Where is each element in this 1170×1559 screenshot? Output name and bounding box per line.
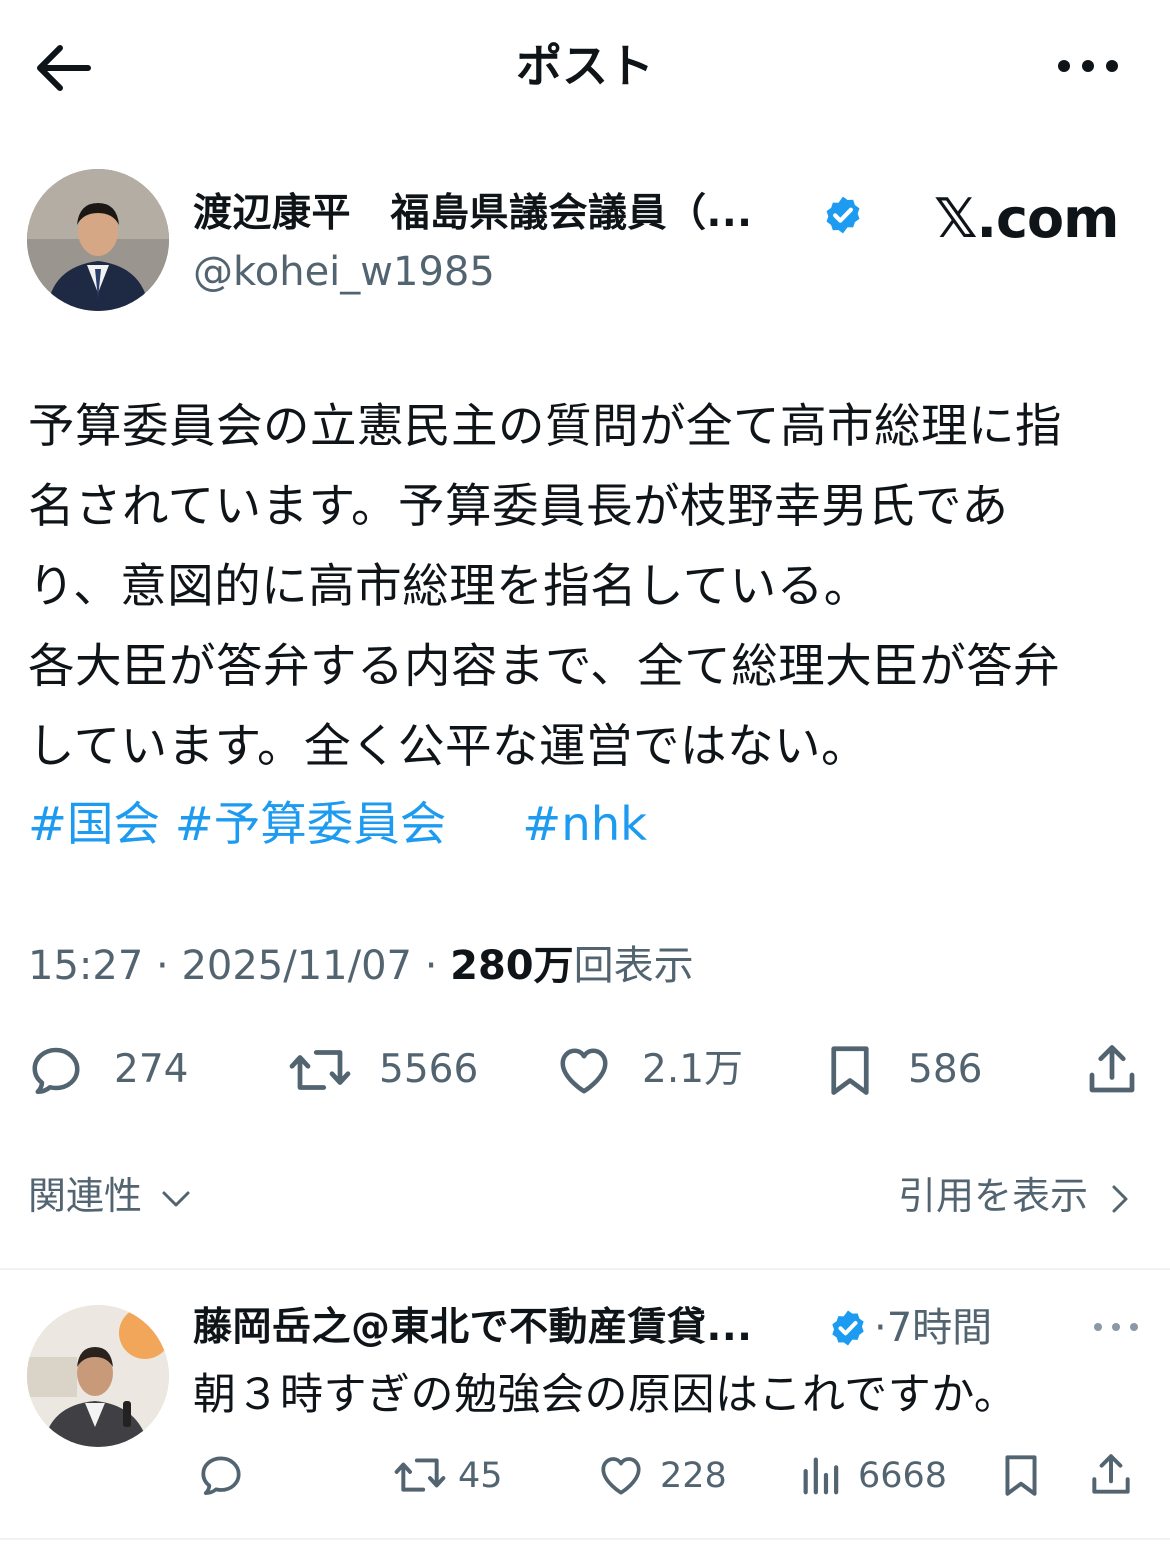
hashtag-list: #国会 #予算委員会 #nhk <box>28 784 647 864</box>
page-title: ポスト <box>516 39 654 93</box>
verified-badge-icon <box>822 194 864 236</box>
separator: · <box>143 943 182 989</box>
post-date: 2025/11/07 <box>181 943 412 989</box>
reply-share-button[interactable] <box>1086 1448 1136 1504</box>
view-quotes-link[interactable]: 引用を表示 <box>898 1168 1132 1224</box>
author-avatar-image <box>27 169 169 311</box>
share-icon <box>1092 1454 1130 1494</box>
chevron-down-icon <box>162 1191 190 1206</box>
reply-like-count: 228 <box>660 1456 727 1496</box>
sort-relevance-dropdown[interactable]: 関連性 <box>28 1168 194 1224</box>
reply-timestamp[interactable]: ·7時間 <box>874 1300 992 1356</box>
analytics-icon <box>803 1457 839 1495</box>
reply-author-avatar[interactable] <box>27 1305 169 1447</box>
x-com-watermark: 𝕏.com <box>934 187 1119 250</box>
reply-view-count: 6668 <box>858 1456 948 1496</box>
hashtag-link[interactable]: #nhk <box>522 797 647 851</box>
sort-label: 関連性 <box>28 1174 143 1218</box>
post-text: 予算委員会の立憲民主の質問が全て高市総理に指 名されています。予算委員長が枝野幸… <box>28 399 1062 773</box>
reply-text: 朝３時すぎの勉強会の原因はこれですか。 <box>193 1370 1018 1420</box>
reply-avatar-image <box>27 1305 169 1447</box>
view-count[interactable]: 280万 <box>450 943 574 989</box>
repost-icon <box>394 1458 446 1492</box>
reply-icon <box>32 1047 80 1094</box>
divider <box>0 1538 1170 1540</box>
reply-repost-count: 45 <box>458 1456 503 1496</box>
like-button[interactable]: 2.1万 <box>554 1036 754 1104</box>
more-horizontal-icon <box>1094 1323 1138 1331</box>
reply-like-button[interactable]: 228 <box>596 1448 736 1504</box>
author-handle[interactable]: @kohei_w1985 <box>193 244 495 300</box>
post-meta: 15:27 · 2025/11/07 · 280万回表示 <box>28 936 694 996</box>
reply-count: 274 <box>114 1047 189 1092</box>
separator: · <box>411 943 451 989</box>
bookmark-icon <box>1005 1455 1037 1496</box>
reply-button[interactable]: 274 <box>26 1036 196 1104</box>
repost-button[interactable]: 5566 <box>287 1036 487 1104</box>
divider <box>0 1268 1170 1270</box>
reply-reply-button[interactable] <box>196 1448 256 1504</box>
author-name[interactable]: 渡辺康平 福島県議会議員（... <box>193 186 752 242</box>
reply-views-button[interactable]: 6668 <box>798 1448 958 1504</box>
chevron-right-icon <box>1112 1185 1128 1212</box>
share-icon <box>1089 1045 1135 1093</box>
heart-icon <box>601 1457 641 1495</box>
quotes-label: 引用を表示 <box>898 1174 1089 1218</box>
reply-bookmark-button[interactable] <box>996 1448 1046 1504</box>
heart-icon <box>560 1048 608 1094</box>
more-horizontal-icon <box>1058 60 1118 72</box>
reply-icon <box>201 1456 241 1495</box>
reply-repost-button[interactable]: 45 <box>392 1448 522 1504</box>
hashtag-link[interactable]: #予算委員会 <box>175 797 446 851</box>
repost-count: 5566 <box>379 1047 479 1092</box>
bookmark-icon <box>831 1046 869 1095</box>
bookmark-count: 586 <box>908 1047 983 1092</box>
hashtag-link[interactable]: #国会 <box>28 797 160 851</box>
more-options-button[interactable] <box>1052 40 1124 92</box>
verified-badge-icon <box>828 1308 868 1348</box>
bookmark-button[interactable]: 586 <box>820 1036 1000 1104</box>
view-count-label: 回表示 <box>573 943 694 989</box>
reply-more-button[interactable] <box>1090 1312 1142 1342</box>
post-time: 15:27 <box>28 943 144 989</box>
author-avatar[interactable] <box>27 169 169 311</box>
reply-author-name[interactable]: 藤岡岳之@東北で不動産賃貸... <box>193 1300 752 1356</box>
like-count: 2.1万 <box>642 1047 744 1092</box>
repost-icon <box>289 1050 351 1090</box>
share-button[interactable] <box>1082 1036 1146 1104</box>
